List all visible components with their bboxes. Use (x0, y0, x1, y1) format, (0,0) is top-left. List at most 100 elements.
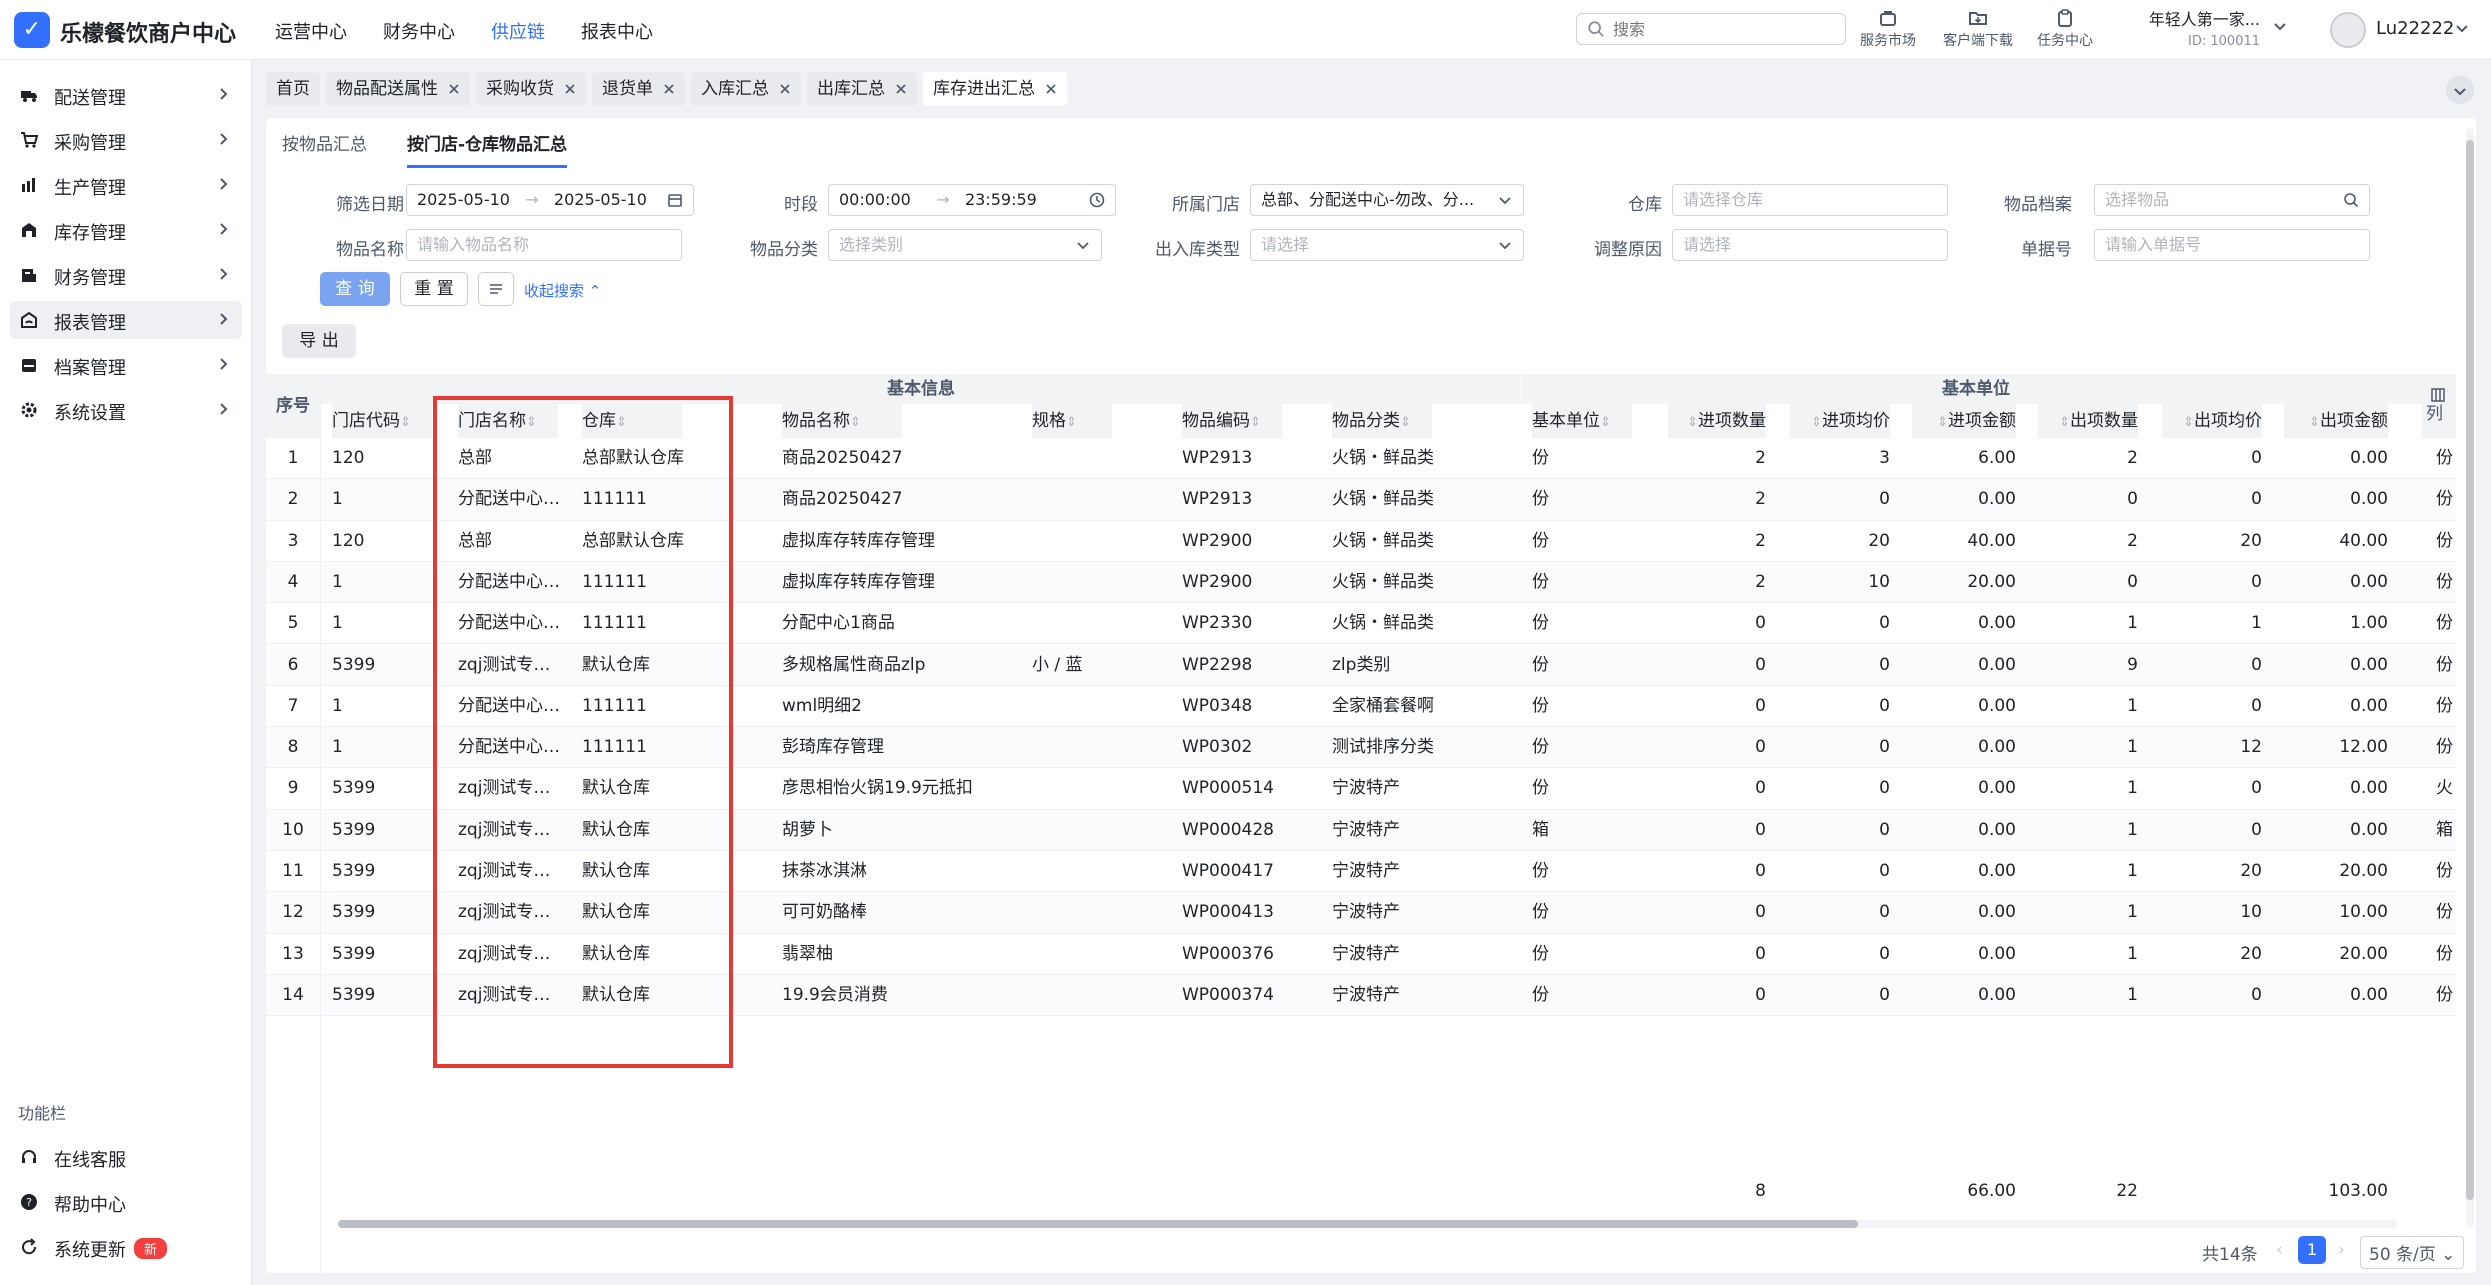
col-header-in-avg[interactable]: ⇕进项均价 (1790, 404, 1890, 438)
collapse-search-link[interactable]: 收起搜索 ⌃ (524, 280, 601, 301)
table-row[interactable]: 4 1 分配送中心… 111111 虚拟库存转库存管理 WP2900 火锅・鲜品类 份 2 10 2… (266, 561, 2456, 604)
page-number-current[interactable]: 1 (2298, 1236, 2326, 1264)
tab-outbound-summary[interactable]: 出库汇总 (807, 72, 917, 106)
table-row[interactable]: 3 120 总部 总部默认仓库 虚拟库存转库存管理 WP2900 火锅・鲜品类 份 2 20 40.… (266, 521, 2456, 562)
client-download-button[interactable]: 客户端下载 (1943, 8, 2013, 50)
io-type-select[interactable]: 请选择 (1250, 229, 1524, 261)
subtab-by-store-warehouse[interactable]: 按门店-仓库物品汇总 (407, 130, 568, 168)
col-header-out-qty[interactable]: ⇕出项数量 (2038, 404, 2138, 438)
chevron-down-icon[interactable] (2272, 18, 2288, 34)
table-row[interactable]: 10 5399 zqj测试专… 默认仓库 胡萝卜 WP000428 宁波特产箱 0 0 0.00 1… (266, 809, 2456, 851)
table-row[interactable]: 12 5399 zqj测试专… 默认仓库 可可奶酪棒 WP000413 宁波特产 份 0 0 0.0… (266, 892, 2456, 934)
sidebar-item-inventory[interactable]: 库存管理 (10, 211, 242, 249)
tab-inbound-summary[interactable]: 入库汇总 (691, 72, 801, 106)
col-header-warehouse[interactable]: 仓库⇕ (582, 404, 682, 438)
sort-icon[interactable]: ⇕ (616, 415, 627, 430)
close-icon[interactable] (895, 83, 907, 95)
col-header-out-avg[interactable]: ⇕出项均价 (2162, 404, 2262, 438)
prev-page-button[interactable]: ‹ (2276, 1240, 2283, 1260)
table-row[interactable]: 7 1 分配送中心… 111111 wml明细2 WP0348 全家桶套餐啊 份 0 0 0.00 1… (266, 686, 2456, 728)
tab-stock-io-summary[interactable]: 库存进出汇总 (923, 72, 1067, 106)
tab-purchase-receipt[interactable]: 采购收货 (476, 72, 586, 106)
sort-icon[interactable]: ⇕ (2183, 415, 2194, 430)
query-button[interactable]: 查 询 (320, 272, 390, 306)
service-market-button[interactable]: 服务市场 (1860, 8, 1916, 50)
col-header-item-name[interactable]: 物品名称⇕ (782, 404, 902, 438)
time-range-picker[interactable]: 00:00:00 → 23:59:59 (828, 184, 1116, 216)
page-size-select[interactable]: 50 条/页 ⌄ (2360, 1236, 2465, 1269)
export-button[interactable]: 导 出 (282, 324, 356, 358)
col-header-in-qty[interactable]: ⇕进项数量 (1668, 404, 1766, 438)
subtab-by-item[interactable]: 按物品汇总 (282, 130, 367, 168)
reset-button[interactable]: 重 置 (400, 272, 468, 306)
col-header-spec[interactable]: 规格⇕ (1032, 404, 1112, 438)
col-header-item-code[interactable]: 物品编码⇕ (1182, 404, 1282, 438)
warehouse-select[interactable]: 请选择仓库 (1672, 184, 1948, 216)
sidebar-online-support[interactable]: 在线客服 (10, 1138, 242, 1176)
sidebar-item-finance[interactable]: 财务管理 (10, 256, 242, 294)
top-nav-operations[interactable]: 运营中心 (275, 18, 347, 44)
table-row[interactable]: 9 5399 zqj测试专… 默认仓库 彦思相怡火锅19.9元抵扣 WP000514 宁波特… (266, 768, 2456, 810)
date-range-picker[interactable]: 2025-05-10 → 2025-05-10 (406, 184, 694, 216)
top-nav-supply-chain[interactable]: 供应链 (491, 18, 545, 44)
top-nav-reports[interactable]: 报表中心 (581, 18, 653, 44)
username[interactable]: Lu22222 (2376, 18, 2454, 39)
sidebar-item-purchase[interactable]: 采购管理 (10, 121, 242, 159)
next-page-button[interactable]: › (2338, 1240, 2345, 1260)
task-center-button[interactable]: 任务中心 (2037, 8, 2093, 50)
sort-icon[interactable]: ⇕ (1937, 415, 1948, 430)
tab-item-delivery-attr[interactable]: 物品配送属性 (326, 72, 470, 106)
table-row[interactable]: 11 5399 zqj测试专… 默认仓库 抹茶冰淇淋 WP000417 宁波特产 份 0 0 0.0… (266, 851, 2456, 893)
column-toggle[interactable]: 列 (2422, 374, 2456, 438)
vertical-scrollbar[interactable] (2466, 128, 2474, 1228)
table-row[interactable]: 13 5399 zqj测试专… 默认仓库 翡翠柚 WP000376 宁波特产 份 0 0 0.00 1… (266, 934, 2456, 975)
sidebar-item-delivery[interactable]: 配送管理 (10, 76, 242, 114)
scroll-thumb[interactable] (2466, 140, 2474, 1200)
col-header-out-amount[interactable]: ⇕出项金额 (2284, 404, 2388, 438)
table-row[interactable]: 14 5399 zqj测试专… 默认仓库 19.9会员消费 WP000374 宁波特产 份 0 0… (266, 974, 2456, 1017)
close-icon[interactable] (448, 83, 460, 95)
tab-return-order[interactable]: 退货单 (592, 72, 685, 106)
category-select[interactable]: 选择类别 (828, 229, 1102, 261)
close-icon[interactable] (564, 83, 576, 95)
sidebar-item-reports[interactable]: 报表管理 (10, 301, 242, 339)
sort-icon[interactable]: ⇕ (1400, 415, 1411, 430)
tab-home[interactable]: 首页 (266, 72, 320, 106)
sidebar-help-center[interactable]: ? 帮助中心 (10, 1183, 242, 1221)
sort-icon[interactable]: ⇕ (2059, 415, 2070, 430)
brand-logo[interactable]: ✓ (14, 12, 50, 48)
close-icon[interactable] (1045, 83, 1057, 95)
top-nav-finance[interactable]: 财务中心 (383, 18, 455, 44)
sidebar-item-settings[interactable]: 系统设置 (10, 391, 242, 429)
store-switcher[interactable]: 年轻人第一家... ID: 100011 (2142, 6, 2260, 49)
reason-select[interactable]: 请选择 (1672, 229, 1948, 261)
close-icon[interactable] (779, 83, 791, 95)
chevron-down-icon[interactable] (2454, 20, 2470, 36)
sort-icon[interactable]: ⇕ (850, 415, 861, 430)
sort-icon[interactable]: ⇕ (1066, 415, 1077, 430)
item-name-input[interactable]: 请输入物品名称 (406, 229, 682, 261)
archive-select[interactable]: 选择物品 (2094, 184, 2370, 216)
sort-icon[interactable]: ⇕ (1250, 415, 1261, 430)
sort-icon[interactable]: ⇕ (1811, 415, 1822, 430)
global-search[interactable] (1576, 13, 1846, 45)
global-search-input[interactable] (1613, 18, 1833, 40)
horizontal-scrollbar[interactable] (338, 1220, 2398, 1228)
sort-icon[interactable]: ⇕ (526, 415, 537, 430)
col-header-category[interactable]: 物品分类⇕ (1332, 404, 1432, 438)
table-row[interactable]: 2 1 分配送中心… 111111 商品20250427 WP2913 火锅・鲜品类 份 2 0 0… (266, 479, 2456, 521)
sort-icon[interactable]: ⇕ (2309, 415, 2320, 430)
table-row[interactable]: 8 1 分配送中心… 111111 彭琦库存管理 WP0302 测试排序分类 份 0 0 0.00 1… (266, 727, 2456, 769)
scroll-thumb[interactable] (338, 1220, 1858, 1228)
sort-icon[interactable]: ⇕ (400, 415, 411, 430)
table-row[interactable]: 1 120 总部 总部默认仓库 商品20250427 WP2913 火锅・鲜品类 份 2 3 6.0… (266, 438, 2456, 480)
col-header-store-name[interactable]: 门店名称⇕ (458, 404, 558, 438)
sort-icon[interactable]: ⇕ (1600, 415, 1611, 430)
col-header-in-amount[interactable]: ⇕进项金额 (1912, 404, 2016, 438)
sidebar-system-update[interactable]: 系统更新新 (10, 1228, 242, 1266)
sidebar-item-archives[interactable]: 档案管理 (10, 346, 242, 384)
table-row[interactable]: 6 5399 zqj测试专… 默认仓库 多规格属性商品zlp 小 / 蓝 WP2298 zlp… (266, 644, 2456, 686)
filter-settings-button[interactable] (478, 272, 514, 306)
tabs-more-button[interactable] (2446, 76, 2474, 104)
sidebar-item-production[interactable]: 生产管理 (10, 166, 242, 204)
